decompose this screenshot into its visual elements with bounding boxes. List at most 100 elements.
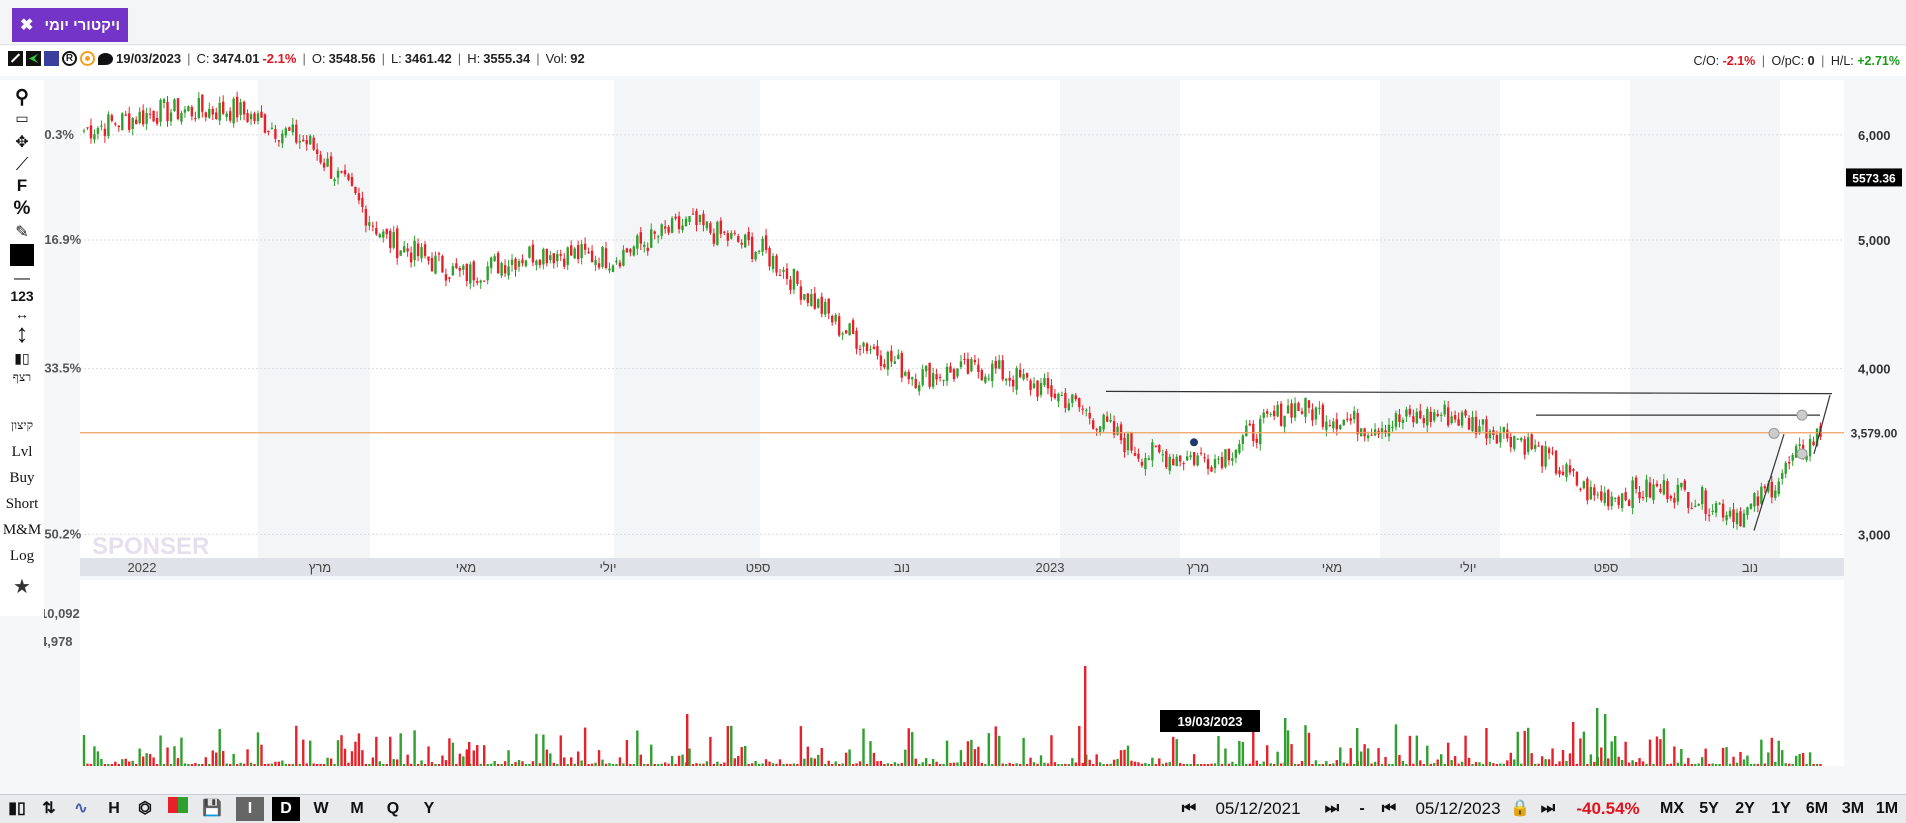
volume-bar: [611, 763, 615, 766]
volume-bar: [1279, 763, 1283, 766]
candle-body: [267, 130, 270, 133]
candle-body: [796, 271, 799, 284]
range-end-date[interactable]: 05/12/2023: [1410, 797, 1506, 821]
right-axis-label: 3,000: [1858, 527, 1891, 542]
candle-body: [552, 253, 555, 264]
interval-weekly[interactable]: W: [306, 797, 336, 821]
candle-icon[interactable]: ▮▯: [0, 350, 44, 367]
interval-yearly[interactable]: Y: [414, 797, 444, 821]
candle-body: [1662, 480, 1666, 495]
measure-tool[interactable]: 123: [0, 288, 44, 304]
heikin-type-icon[interactable]: H: [102, 797, 126, 821]
level-tool[interactable]: Lvl: [0, 444, 44, 461]
pattern-icon[interactable]: [44, 51, 59, 66]
period-3m[interactable]: 3M: [1838, 797, 1868, 821]
volume-label: Vol:: [545, 51, 568, 66]
range-start-forward-icon[interactable]: ⏭: [1312, 797, 1352, 821]
candle-body: [121, 113, 124, 131]
vertical-arrows-icon[interactable]: ↕: [0, 318, 44, 349]
search-icon[interactable]: ⚲: [0, 86, 44, 109]
comment-icon[interactable]: [98, 52, 113, 65]
candle-body: [831, 315, 834, 323]
log-tool[interactable]: Log: [0, 548, 44, 565]
target-icon[interactable]: [80, 51, 95, 66]
line-type-icon[interactable]: ∿: [66, 797, 96, 821]
range-start-back-icon[interactable]: ⏮: [1172, 797, 1206, 821]
star-icon[interactable]: ★: [0, 574, 44, 599]
volume-bar: [1697, 763, 1700, 766]
candle-body: [1234, 449, 1238, 459]
color-bars-icon[interactable]: [164, 797, 192, 821]
candle-body: [1436, 413, 1439, 417]
volume-bar: [1474, 762, 1478, 766]
volume-bar: [1081, 762, 1084, 766]
volume-bar: [1321, 763, 1325, 766]
candle-body: [469, 264, 472, 284]
range-end-forward-icon[interactable]: ⏭: [1530, 797, 1566, 821]
volume-bar: [1126, 745, 1130, 766]
candle-body: [719, 220, 723, 234]
volume-bar: [858, 761, 862, 766]
range-start-date[interactable]: 05/12/2021: [1210, 797, 1306, 821]
period-1m[interactable]: 1M: [1872, 797, 1902, 821]
candle-body: [1467, 418, 1471, 430]
line-tool-icon[interactable]: ⟋: [0, 154, 44, 175]
period-6m[interactable]: 6M: [1802, 797, 1832, 821]
draw-mode-icon[interactable]: [8, 51, 23, 66]
volume-bar: [726, 726, 729, 766]
chart-area[interactable]: 5573.36 3,579.00 19/03/2023 6,000 -0.3% 5,00…: [44, 80, 1906, 796]
volume-bar: [336, 740, 340, 766]
volume-bar: [650, 744, 653, 766]
bar-type-icon[interactable]: ⏣: [132, 797, 158, 821]
volume-bar: [865, 763, 869, 766]
candle-body: [702, 213, 705, 226]
range-end-back-icon[interactable]: ⏮: [1372, 797, 1406, 821]
period-mx[interactable]: MX: [1656, 797, 1688, 821]
candle-body: [1533, 444, 1537, 449]
volume-bar: [1314, 760, 1318, 766]
volume-bar: [1137, 762, 1140, 766]
period-1y[interactable]: 1Y: [1766, 797, 1796, 821]
registered-icon[interactable]: R: [62, 51, 77, 66]
interval-monthly[interactable]: M: [342, 797, 372, 821]
share-icon[interactable]: [26, 51, 41, 66]
eraser-icon[interactable]: ▭: [0, 110, 44, 127]
candlestick-type-icon[interactable]: ▮▯: [4, 797, 30, 821]
sequence-tool[interactable]: רצף: [0, 370, 44, 385]
volume-bar: [430, 762, 434, 766]
volume-bar: [918, 763, 921, 766]
line-width-icon[interactable]: —: [0, 270, 44, 288]
period-5y[interactable]: 5Y: [1694, 797, 1724, 821]
candle-body: [1453, 415, 1457, 420]
period-2y[interactable]: 2Y: [1730, 797, 1760, 821]
buy-tool[interactable]: Buy: [0, 470, 44, 487]
lock-icon[interactable]: 🔒: [1510, 797, 1530, 821]
candle-body: [315, 149, 319, 154]
crosshair-icon[interactable]: ✥: [0, 132, 44, 152]
volume-bar: [1735, 762, 1739, 766]
volume-bar: [242, 763, 246, 766]
percent-tool[interactable]: %: [0, 198, 44, 220]
chart-svg[interactable]: 5573.36 3,579.00 19/03/2023 6,000 -0.3% 5,00…: [44, 80, 1906, 796]
interval-daily[interactable]: D: [272, 797, 300, 821]
candle-body: [1620, 493, 1624, 509]
extreme-tool[interactable]: קיצון: [0, 418, 44, 433]
interval-intraday[interactable]: I: [236, 797, 264, 821]
close-tab-icon[interactable]: ✖: [20, 15, 33, 35]
save-icon[interactable]: 💾: [200, 797, 224, 821]
volume-bar: [441, 755, 444, 766]
volume-bar: [378, 761, 381, 766]
chart-tab[interactable]: ✖ ויקטורי יומי: [12, 8, 128, 42]
candle-body: [1502, 426, 1506, 433]
color-picker[interactable]: [0, 244, 44, 269]
x-tick-label: נוב: [1742, 560, 1758, 575]
candle-body: [1499, 432, 1502, 443]
interval-quarterly[interactable]: Q: [378, 797, 408, 821]
edit-icon[interactable]: ✎: [0, 222, 44, 242]
mm-tool[interactable]: M&M: [0, 522, 44, 539]
volume-bar: [312, 763, 315, 766]
ohlc-type-icon[interactable]: ⇅: [36, 797, 62, 821]
x-tick-label: ספט: [746, 560, 771, 575]
short-tool[interactable]: Short: [0, 496, 44, 513]
fibonacci-tool[interactable]: F: [0, 176, 44, 196]
